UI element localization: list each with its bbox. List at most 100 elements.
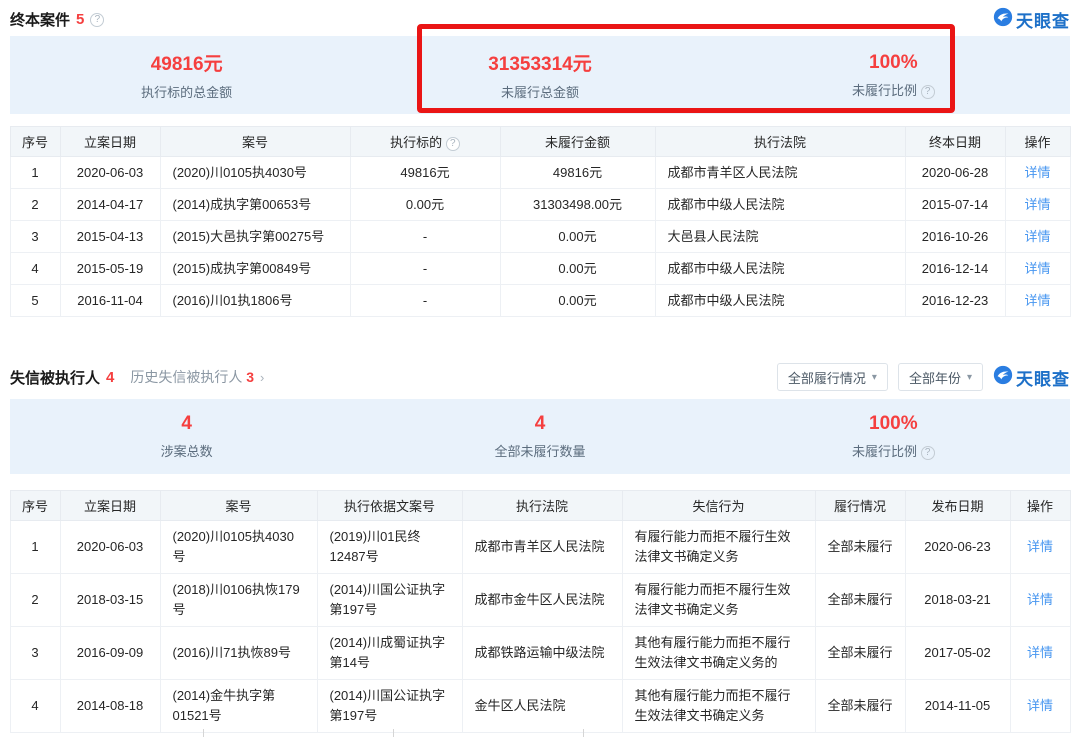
stat-value: 100% [717, 52, 1070, 74]
cell-dishonest-behavior: 有履行能力而拒不履行生效法律文书确定义务 [622, 521, 815, 574]
stat-total-target-amount: 49816元 执行标的总金额 [10, 49, 363, 101]
cell-execution-target: 0.00元 [350, 189, 500, 221]
chevron-down-icon: ▾ [872, 372, 877, 383]
table-header-row: 序号 立案日期 案号 执行标的 ? 未履行金额 执行法院 终本日期 操作 [10, 127, 1070, 157]
cell-execution-target: - [350, 253, 500, 285]
col-action: 操作 [1005, 127, 1070, 157]
dishonest-debtor-title: 失信被执行人 [10, 367, 100, 388]
detail-link[interactable]: 详情 [1027, 645, 1053, 660]
cell-unfulfilled-amount: 49816元 [500, 157, 655, 189]
cell-end-date: 2016-12-14 [905, 253, 1005, 285]
stat-label: 涉案总数 [10, 441, 363, 460]
cell-seq: 2 [10, 189, 60, 221]
stat-case-total: 4 涉案总数 [10, 413, 363, 460]
year-filter-dropdown[interactable]: 全部年份 ▾ [898, 363, 983, 391]
stat-label: 未履行比例 ? [717, 441, 1070, 460]
cell-unfulfilled-amount: 0.00元 [500, 221, 655, 253]
col-filing-date: 立案日期 [60, 127, 160, 157]
help-icon[interactable]: ? [90, 13, 104, 27]
cell-seq: 2 [10, 574, 60, 627]
chevron-down-icon: ▾ [967, 372, 972, 383]
table-row: 2 2018-03-15 (2018)川0106执恢179号 (2014)川国公… [10, 574, 1070, 627]
performance-filter-dropdown[interactable]: 全部履行情况 ▾ [777, 363, 888, 391]
help-icon[interactable]: ? [921, 446, 935, 460]
cell-unfulfilled-amount: 0.00元 [500, 285, 655, 317]
detail-link[interactable]: 详情 [1027, 539, 1053, 554]
cell-filing-date: 2018-03-15 [60, 574, 160, 627]
dishonest-debtor-table: 序号 立案日期 案号 执行依据文案号 执行法院 失信行为 履行情况 发布日期 操… [10, 490, 1071, 733]
cell-end-date: 2015-07-14 [905, 189, 1005, 221]
cell-filing-date: 2016-09-09 [60, 627, 160, 680]
dishonest-debtor-header: 失信被执行人 4 历史失信被执行人 3 › 全部履行情况 ▾ 全部年份 ▾ 天眼… [0, 363, 1080, 391]
cell-unfulfilled-amount: 0.00元 [500, 253, 655, 285]
col-publish-date: 发布日期 [905, 491, 1010, 521]
detail-link[interactable]: 详情 [1024, 229, 1050, 244]
col-execution-target: 执行标的 ? [350, 127, 500, 157]
detail-link[interactable]: 详情 [1027, 592, 1053, 607]
cell-court: 成都铁路运输中级法院 [462, 627, 622, 680]
cell-court: 成都市中级人民法院 [655, 189, 905, 221]
help-icon[interactable]: ? [921, 85, 935, 99]
detail-link[interactable]: 详情 [1027, 698, 1053, 713]
cell-seq: 3 [10, 627, 60, 680]
stat-unfulfilled-ratio: 100% 未履行比例 ? [717, 413, 1070, 460]
stat-value: 31353314元 [363, 49, 716, 76]
cell-seq: 5 [10, 285, 60, 317]
cell-case-number: (2016)川01执1806号 [160, 285, 350, 317]
cell-basis-document: (2019)川01民终12487号 [317, 521, 462, 574]
detail-link[interactable]: 详情 [1024, 293, 1050, 308]
final-cases-summary-bar: 49816元 执行标的总金额 31353314元 未履行总金额 100% 未履行… [10, 36, 1070, 114]
cell-seq: 4 [10, 253, 60, 285]
detail-link[interactable]: 详情 [1024, 261, 1050, 276]
table-header-row: 序号 立案日期 案号 执行依据文案号 执行法院 失信行为 履行情况 发布日期 操… [10, 491, 1070, 521]
stat-label: 未履行比例 ? [717, 80, 1070, 99]
col-end-date: 终本日期 [905, 127, 1005, 157]
stat-label: 执行标的总金额 [10, 82, 363, 101]
table-row: 1 2020-06-03 (2020)川0105执4030号 49816元 49… [10, 157, 1070, 189]
cell-basis-document: (2014)川国公证执字第197号 [317, 680, 462, 733]
cell-seq: 1 [10, 521, 60, 574]
cell-end-date: 2016-10-26 [905, 221, 1005, 253]
cell-court: 大邑县人民法院 [655, 221, 905, 253]
cell-filing-date: 2016-11-04 [60, 285, 160, 317]
col-case-number: 案号 [160, 127, 350, 157]
cell-unfulfilled-amount: 31303498.00元 [500, 189, 655, 221]
cell-court: 金牛区人民法院 [462, 680, 622, 733]
tianyancha-logo[interactable]: 天眼查 [993, 365, 1070, 390]
cell-execution-target: - [350, 221, 500, 253]
tianyancha-logo[interactable]: 天眼查 [993, 7, 1070, 32]
cell-end-date: 2016-12-23 [905, 285, 1005, 317]
table-row: 2 2014-04-17 (2014)成执字第00653号 0.00元 3130… [10, 189, 1070, 221]
cell-court: 成都市中级人民法院 [655, 285, 905, 317]
cell-publish-date: 2017-05-02 [905, 627, 1010, 680]
stat-all-unfulfilled-count: 4 全部未履行数量 [363, 413, 716, 460]
cell-end-date: 2020-06-28 [905, 157, 1005, 189]
detail-link[interactable]: 详情 [1024, 197, 1050, 212]
col-seq: 序号 [10, 491, 60, 521]
cell-court: 成都市中级人民法院 [655, 253, 905, 285]
cell-publish-date: 2018-03-21 [905, 574, 1010, 627]
cell-seq: 4 [10, 680, 60, 733]
cell-case-number: (2020)川0105执4030号 [160, 521, 317, 574]
history-dishonest-link[interactable]: 历史失信被执行人 3 › [130, 367, 264, 387]
cell-filing-date: 2014-08-18 [60, 680, 160, 733]
help-icon[interactable]: ? [446, 137, 460, 151]
col-court: 执行法院 [462, 491, 622, 521]
stat-unfulfilled-ratio: 100% 未履行比例 ? [717, 52, 1070, 99]
cell-dishonest-behavior: 其他有履行能力而拒不履行生效法律文书确定义务 [622, 680, 815, 733]
cell-filing-date: 2020-06-03 [60, 157, 160, 189]
stat-label: 全部未履行数量 [363, 441, 716, 460]
tianyancha-logo-icon [993, 7, 1013, 32]
tianyancha-logo-icon [993, 365, 1013, 390]
cell-dishonest-behavior: 有履行能力而拒不履行生效法律文书确定义务 [622, 574, 815, 627]
stat-value: 4 [363, 413, 716, 435]
cell-performance-status: 全部未履行 [815, 680, 905, 733]
cell-seq: 1 [10, 157, 60, 189]
col-action: 操作 [1010, 491, 1070, 521]
stat-value: 4 [10, 413, 363, 435]
col-seq: 序号 [10, 127, 60, 157]
cell-filing-date: 2015-05-19 [60, 253, 160, 285]
col-dishonest-behavior: 失信行为 [622, 491, 815, 521]
detail-link[interactable]: 详情 [1024, 165, 1050, 180]
cell-case-number: (2014)成执字第00653号 [160, 189, 350, 221]
